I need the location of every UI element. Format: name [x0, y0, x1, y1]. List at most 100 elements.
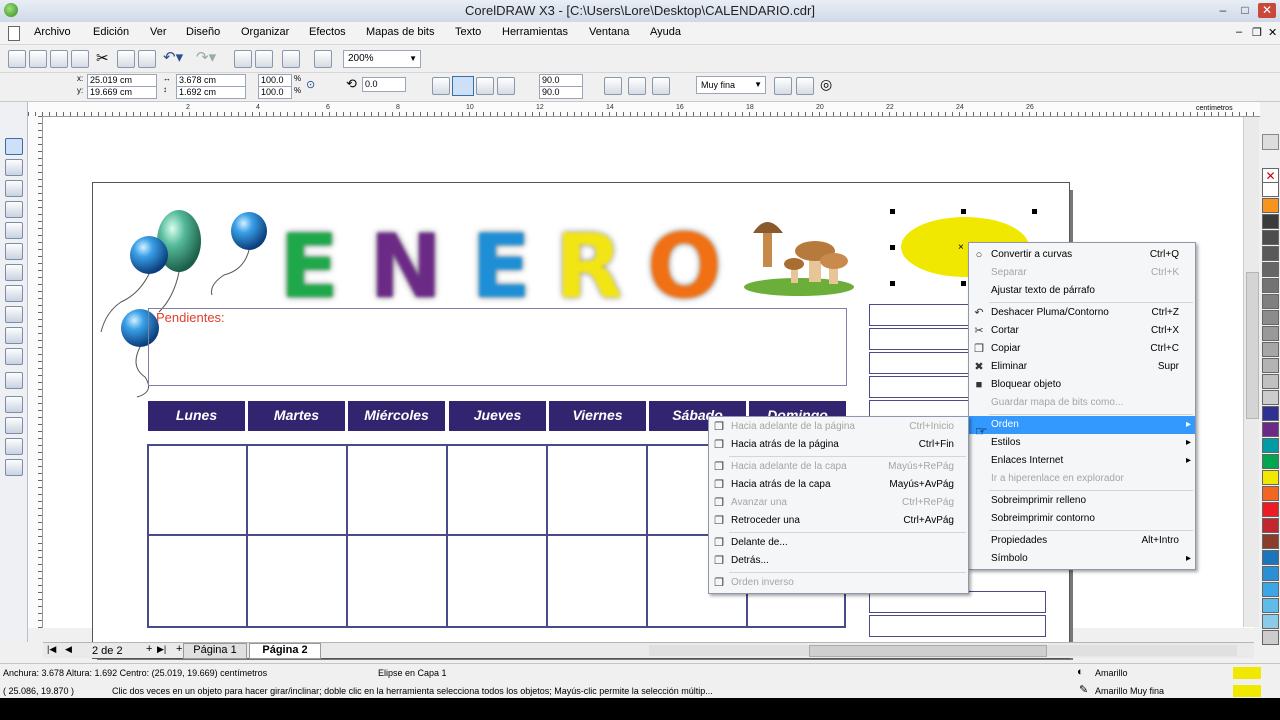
freehand-tool-icon[interactable] — [5, 222, 23, 239]
next-page-icon[interactable]: ▶| — [157, 644, 166, 655]
horizontal-ruler[interactable]: 2 4 6 8 10 12 14 16 18 20 22 24 26 centí… — [28, 102, 1260, 117]
menu-item-simbolo[interactable]: Símbolo ▸ — [969, 550, 1195, 568]
shape-tool-icon[interactable] — [5, 159, 23, 176]
selection-handle[interactable] — [890, 245, 895, 250]
palette-swatch[interactable] — [1262, 342, 1279, 357]
interactive-blend-tool-icon[interactable] — [5, 372, 23, 389]
convert-curves-icon[interactable] — [652, 77, 670, 95]
submenu-item-delante-de[interactable]: ❐ Delante de... — [709, 534, 968, 552]
print-icon[interactable] — [71, 50, 89, 68]
add-page-icon[interactable]: + — [176, 643, 182, 655]
month-letter[interactable]: N — [369, 215, 443, 318]
menu-mapas-de-bits[interactable]: Mapas de bits — [366, 26, 434, 38]
text-tool-icon[interactable] — [5, 348, 23, 365]
fill-color-swatch[interactable] — [1233, 667, 1261, 679]
palette-header-icon[interactable] — [1262, 134, 1279, 150]
submenu-item-detras[interactable]: ❐ Detrás... — [709, 552, 968, 570]
menu-item-bloquear[interactable]: ■ Bloquear objeto — [969, 376, 1195, 394]
palette-swatch[interactable] — [1262, 438, 1279, 453]
eyedropper-tool-icon[interactable] — [5, 396, 23, 413]
palette-swatch[interactable] — [1262, 486, 1279, 501]
tab-pagina-2[interactable]: Página 2 — [249, 643, 321, 659]
basic-shapes-tool-icon[interactable] — [5, 327, 23, 344]
menu-item-copiar[interactable]: ❐ Copiar Ctrl+C — [969, 340, 1195, 358]
menu-ver[interactable]: Ver — [150, 26, 167, 38]
selection-handle[interactable] — [1032, 209, 1037, 214]
redo-icon[interactable]: ↷▾ — [196, 48, 216, 66]
menu-item-sobreimprimir-relleno[interactable]: Sobreimprimir relleno — [969, 492, 1195, 510]
menu-item-convertir-curvas[interactable]: ○ Convertir a curvas Ctrl+Q — [969, 246, 1195, 264]
mirror-horizontal-icon[interactable] — [432, 77, 450, 95]
minimize-button[interactable]: – — [1214, 3, 1232, 18]
wrap-text-icon[interactable] — [628, 77, 646, 95]
new-icon[interactable] — [8, 50, 26, 68]
submenu-item-atras-capa[interactable]: ❐ Hacia atrás de la capa Mayús+AvPág — [709, 476, 968, 494]
direction-icon[interactable] — [604, 77, 622, 95]
selection-handle[interactable] — [890, 281, 895, 286]
month-letter[interactable]: E — [279, 215, 339, 318]
month-letter[interactable]: O — [647, 215, 722, 318]
add-page-icon[interactable]: + — [146, 643, 152, 655]
export-icon[interactable] — [255, 50, 273, 68]
palette-swatch[interactable] — [1262, 550, 1279, 565]
submenu-item-retroceder[interactable]: ❐ Retroceder una Ctrl+AvPág — [709, 512, 968, 530]
vertical-scrollbar[interactable] — [1243, 117, 1259, 627]
document-icon[interactable] — [8, 26, 20, 41]
ellipse-tool-icon[interactable] — [5, 285, 23, 302]
palette-swatch[interactable] — [1262, 214, 1279, 229]
polygon-tool-icon[interactable] — [5, 306, 23, 323]
menu-ventana[interactable]: Ventana — [589, 26, 629, 38]
scroll-thumb[interactable] — [1246, 272, 1259, 419]
palette-swatch[interactable] — [1262, 198, 1279, 213]
arc-mode-icon[interactable] — [497, 77, 515, 95]
outline-width-select[interactable]: Muy fina ▼ — [696, 76, 766, 94]
crop-tool-icon[interactable] — [5, 180, 23, 197]
menu-item-deshacer[interactable]: ↶ Deshacer Pluma/Contorno Ctrl+Z — [969, 304, 1195, 322]
menu-texto[interactable]: Texto — [455, 26, 481, 38]
ellipse-mode-button[interactable] — [452, 76, 474, 96]
undo-icon[interactable]: ↶▾ — [163, 48, 183, 66]
zoom-select[interactable]: 200% ▼ — [343, 50, 421, 68]
outline-color-swatch[interactable] — [1233, 685, 1261, 697]
target-icon[interactable]: ◎ — [820, 76, 832, 93]
palette-swatch[interactable] — [1262, 326, 1279, 341]
palette-swatch[interactable] — [1262, 262, 1279, 277]
palette-swatch[interactable] — [1262, 614, 1279, 629]
menu-item-guardar-mapa[interactable]: Guardar mapa de bits como... — [969, 394, 1195, 412]
palette-swatch[interactable] — [1262, 518, 1279, 533]
submenu-item-atras-pagina[interactable]: ❐ Hacia atrás de la página Ctrl+Fin — [709, 436, 968, 454]
doc-minimize-button[interactable]: – — [1236, 26, 1248, 38]
cut-icon[interactable]: ✂ — [96, 49, 109, 67]
submenu-item-adelante-capa[interactable]: ❐ Hacia adelante de la capa Mayús+RePág — [709, 458, 968, 476]
palette-swatch[interactable] — [1262, 182, 1279, 197]
palette-swatch[interactable] — [1262, 630, 1279, 645]
rotation-field[interactable]: 0.0 — [362, 77, 406, 92]
palette-swatch[interactable] — [1262, 390, 1279, 405]
maximize-button[interactable]: □ — [1236, 3, 1254, 18]
palette-swatch[interactable] — [1262, 358, 1279, 373]
pie-mode-icon[interactable] — [476, 77, 494, 95]
horizontal-scrollbar[interactable] — [649, 645, 1237, 657]
interactive-fill-tool-icon[interactable] — [5, 459, 23, 476]
menu-item-enlaces[interactable]: Enlaces Internet ▸ — [969, 452, 1195, 470]
palette-swatch[interactable] — [1262, 422, 1279, 437]
vertical-ruler[interactable] — [28, 116, 43, 628]
menu-item-propiedades[interactable]: Propiedades Alt+Intro — [969, 532, 1195, 550]
submenu-item-avanzar[interactable]: ❐ Avanzar una Ctrl+RePág — [709, 494, 968, 512]
rectangle-tool-icon[interactable] — [5, 264, 23, 281]
menu-ayuda[interactable]: Ayuda — [650, 26, 681, 38]
month-letter[interactable]: E — [471, 215, 531, 318]
palette-swatch[interactable] — [1262, 502, 1279, 517]
menu-item-eliminar[interactable]: ✖ Eliminar Supr — [969, 358, 1195, 376]
first-page-icon[interactable]: |◀ — [47, 644, 56, 655]
doc-close-button[interactable]: ✕ — [1268, 26, 1280, 39]
palette-swatch[interactable] — [1262, 310, 1279, 325]
paste-icon[interactable] — [138, 50, 156, 68]
import-icon[interactable] — [234, 50, 252, 68]
to-back-icon[interactable] — [796, 77, 814, 95]
submenu-item-adelante-pagina[interactable]: ❐ Hacia adelante de la página Ctrl+Inici… — [709, 418, 968, 436]
selection-handle[interactable] — [961, 209, 966, 214]
palette-swatch[interactable] — [1262, 246, 1279, 261]
menu-item-ajustar-texto[interactable]: Ajustar texto de párrafo — [969, 282, 1195, 300]
palette-swatch[interactable] — [1262, 454, 1279, 469]
